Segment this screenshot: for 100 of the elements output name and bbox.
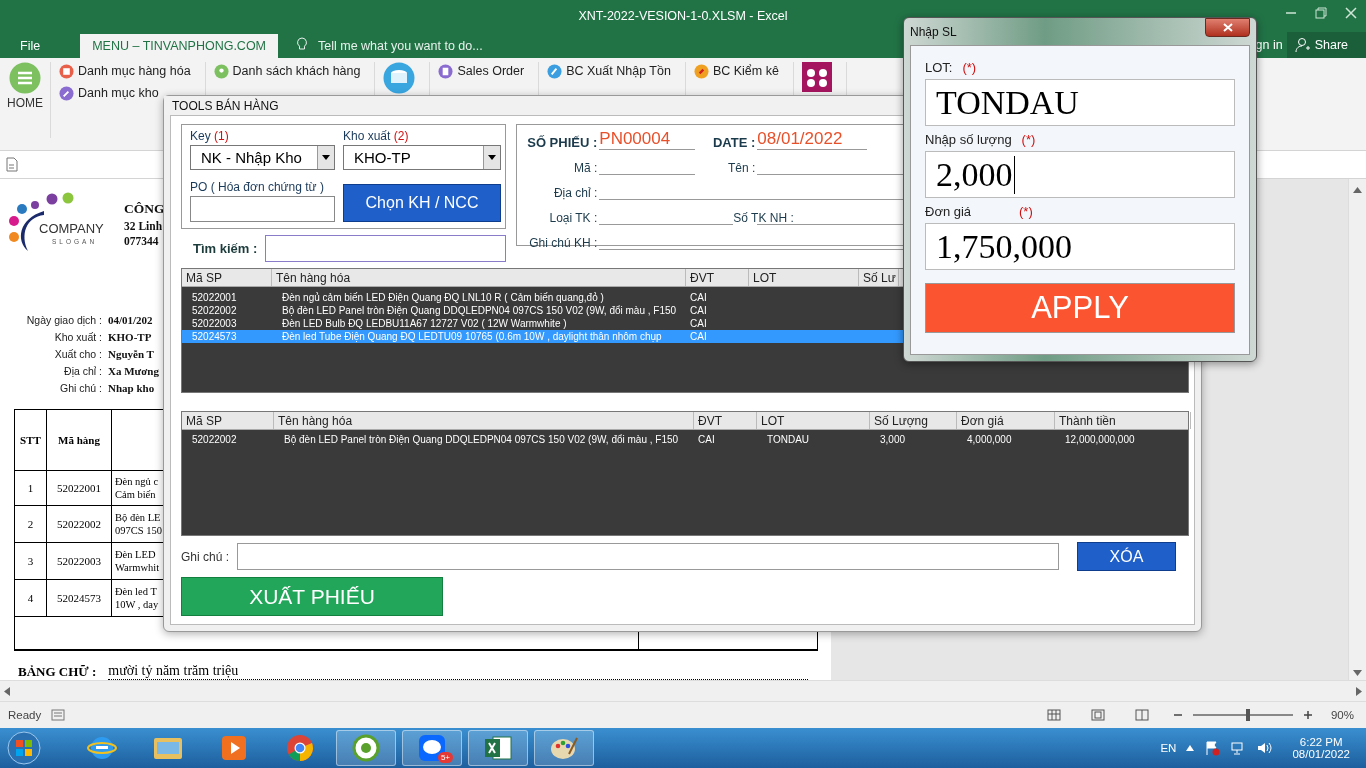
person-icon [213, 63, 229, 79]
table-cell-text: CAI [689, 330, 708, 343]
info-label: Xuất cho : [53, 348, 103, 360]
store-dropdown[interactable]: KHO-TP [343, 145, 501, 170]
delete-button[interactable]: XÓA [1077, 542, 1176, 571]
info-label: Ngày giao dịch : [25, 313, 103, 326]
required-mark: (*) [1019, 204, 1033, 219]
browser-icon [87, 734, 117, 762]
taskbar-app[interactable]: 5+ [402, 730, 462, 766]
search-field[interactable] [265, 235, 507, 262]
language-indicator[interactable]: EN [1160, 742, 1177, 754]
info-value: 04/01/202 [108, 313, 153, 326]
ribbon-tab[interactable]: File [8, 34, 53, 58]
column-header: LOT [749, 269, 859, 286]
page-break-icon [1134, 709, 1149, 721]
horizontal-scrollbar[interactable] [0, 680, 1366, 701]
ribbon-button[interactable]: Danh mục hàng hóa [59, 62, 191, 80]
home-button[interactable]: HOME [0, 62, 51, 138]
table-cell-text: Đèn LED Warmwhit [114, 548, 160, 575]
table-cell-text: 4,000,000 [966, 433, 1013, 446]
taskbar-app[interactable] [468, 730, 528, 766]
spreadsheet-icon [484, 734, 512, 762]
info-label: Địa chỉ : [63, 365, 103, 378]
share-button[interactable]: Share [1286, 32, 1366, 58]
table-cell: 52022001 [57, 482, 101, 495]
scroll-right-icon [1356, 686, 1362, 696]
date-label: DATE : [711, 135, 757, 150]
voucher-label: SỐ PHIẾU : [526, 135, 599, 150]
vertical-scrollbar[interactable] [1348, 179, 1366, 680]
window-title: XNT-2022-VESION-1-0.XLSM - Excel [578, 9, 788, 23]
table-cell-text: Đèn led Tube Điện Quang ĐQ LEDTU09 10765 (0.6m 10W , daylight thân nhôm chụp [281, 330, 663, 343]
chrome-icon [286, 734, 314, 762]
key-dropdown[interactable]: NK - Nhập Kho [190, 145, 335, 170]
choose-customer-button[interactable]: Chọn KH / NCC [343, 184, 501, 222]
po-field[interactable] [190, 196, 335, 222]
table-cell-text: Bộ đèn LED Panel tròn Điện Quang DDQLEDPN04 097CS 150 V02 (9W, đổi màu , F150 [283, 433, 680, 446]
macro-icon [51, 709, 66, 721]
table-cell: 2 [27, 518, 34, 531]
info-label: Ghi chú : [58, 382, 103, 395]
restore-icon [1314, 6, 1328, 20]
table-cell-text: CAI [689, 291, 708, 304]
clock-time[interactable]: 6:22 PM [1299, 736, 1343, 748]
taskbar-app[interactable] [336, 730, 396, 766]
tell-me-field[interactable]: Tell me what you want to do... [318, 39, 483, 53]
scroll-up-icon [1353, 187, 1362, 193]
ribbon-button[interactable]: BC Kiểm kê [693, 62, 779, 80]
table-cell-text: TONDAU [766, 433, 811, 446]
media-player-icon [221, 735, 247, 761]
zoom-thumb[interactable] [1245, 709, 1250, 721]
column-header: Số Lư [859, 269, 899, 286]
box-icon [59, 63, 74, 79]
note-label: Ghi chú : [181, 549, 230, 564]
zoom-in-icon [1302, 710, 1313, 720]
start-button-icon [6, 730, 42, 766]
taskbar-app[interactable] [534, 730, 594, 766]
close-button[interactable] [1205, 18, 1250, 37]
flag-icon [1204, 740, 1221, 756]
zoom-level[interactable]: 90% [1330, 709, 1354, 721]
search-label: Tìm kiếm : [193, 241, 258, 256]
column-header: Mã SP [182, 412, 274, 429]
dropdown-arrow-icon [322, 155, 330, 160]
table-cell-text: 12,000,000,000 [1064, 433, 1136, 446]
note-field[interactable] [237, 543, 1060, 570]
clock-date[interactable]: 08/01/2022 [1292, 748, 1350, 760]
ribbon-button[interactable]: Sales Order [438, 62, 525, 80]
person-icon [1294, 37, 1311, 53]
input-field[interactable]: TONDAU [925, 79, 1235, 126]
info-value: KHO-TP [108, 330, 152, 343]
column-header: Tên hàng hóa [274, 412, 694, 429]
table-cell-text: CAI [689, 304, 708, 317]
company-info: 32 Linh [124, 220, 164, 232]
table-cell-text: CAI [689, 317, 708, 330]
table-cell: 52022003 [57, 555, 101, 568]
field-label: PO ( Hóa đơn chứng từ ) [190, 180, 325, 194]
column-header: STT [20, 434, 41, 447]
wallet-icon [801, 62, 832, 92]
column-header: ĐVT [694, 412, 757, 429]
field-label: Tên : [726, 161, 757, 175]
field-label: LOT: [925, 60, 953, 75]
field-label: Key (1) [190, 129, 230, 143]
table-cell: 1 [27, 482, 34, 495]
ribbon-tab[interactable]: MENU – TINVANPHONG.COM [80, 34, 278, 58]
table-cell-text: Đèn ngủ c Cảm biến [114, 475, 159, 502]
column-header: Thành tiền [1055, 412, 1191, 429]
close-icon [1222, 23, 1233, 32]
input-field[interactable]: 1,750,000 [925, 223, 1235, 270]
table-cell: 4 [27, 592, 34, 605]
scroll-left-icon [4, 686, 10, 696]
table-cell-text: CAI [697, 433, 716, 446]
table-cell-text: Đèn ngủ cảm biến LED Điện Quang ĐQ LNL10 R ( Cảm biến quang,đỏ ) [281, 291, 605, 304]
ribbon-button[interactable]: Danh sách khách hàng [213, 62, 361, 80]
field-label: Số TK NH : [733, 211, 795, 225]
table-cell-text: Đèn led T 10W , day [114, 585, 159, 612]
company-info: CÔNG [124, 201, 165, 217]
lightbulb-icon [296, 37, 308, 52]
input-field[interactable]: 2,000 [925, 151, 1235, 198]
field-label: Đơn giá [925, 204, 973, 219]
pencil-icon [547, 63, 563, 79]
column-header: Tên hàng hóa [272, 269, 686, 286]
ribbon-button[interactable]: BC Xuất Nhập Tồn [547, 62, 671, 80]
